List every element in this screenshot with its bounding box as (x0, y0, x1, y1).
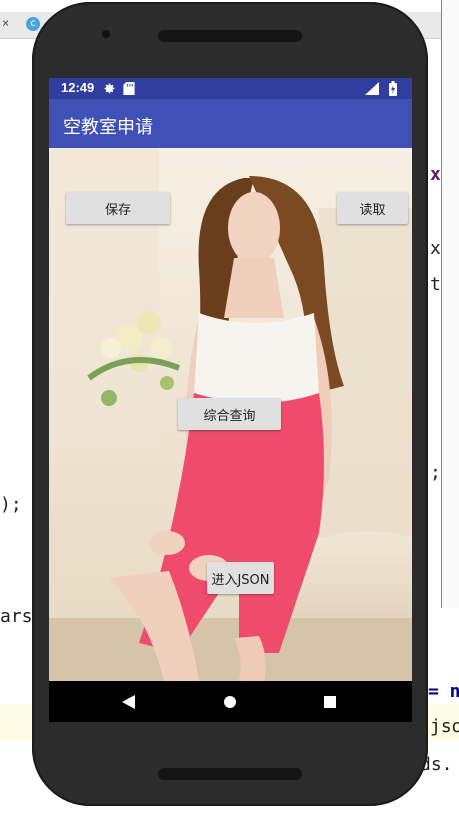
top-speaker (158, 30, 302, 42)
gear-icon (104, 83, 115, 94)
phone-screen: 12:49 LTE 空教室申请 保存 读取 综合查询 进入JSON (49, 78, 412, 722)
code-fragment: t (430, 274, 441, 295)
home-icon[interactable] (224, 696, 236, 708)
content-area: 保存 读取 综合查询 进入JSON (49, 148, 412, 681)
status-time: 12:49 (61, 80, 95, 95)
code-fragment: = n (428, 681, 459, 702)
app-title: 空教室申请 (63, 117, 153, 138)
query-button[interactable]: 综合查询 (178, 398, 281, 430)
code-fragment: jso (430, 716, 459, 737)
close-icon[interactable]: × (2, 16, 9, 36)
back-icon[interactable] (122, 695, 135, 709)
app-bar: 空教室申请 (49, 99, 412, 148)
front-camera (102, 30, 110, 38)
save-button[interactable]: 保存 (66, 192, 170, 224)
network-type-label: LTE (365, 79, 377, 86)
navigation-bar (49, 681, 412, 722)
battery-icon (389, 81, 397, 96)
recents-icon[interactable] (324, 696, 336, 708)
sd-card-icon (123, 82, 135, 95)
ide-side-panel (441, 0, 459, 608)
code-fragment: ; (430, 462, 441, 483)
tab-c-icon[interactable]: c (26, 17, 40, 31)
status-bar: 12:49 LTE (49, 78, 412, 99)
code-fragment: ); (0, 494, 22, 515)
json-button[interactable]: 进入JSON (207, 562, 274, 594)
code-fragment: x (430, 164, 441, 185)
code-fragment: ars (0, 606, 33, 627)
read-button[interactable]: 读取 (337, 192, 408, 224)
bottom-speaker (158, 768, 302, 780)
code-fragment: x (430, 238, 441, 259)
